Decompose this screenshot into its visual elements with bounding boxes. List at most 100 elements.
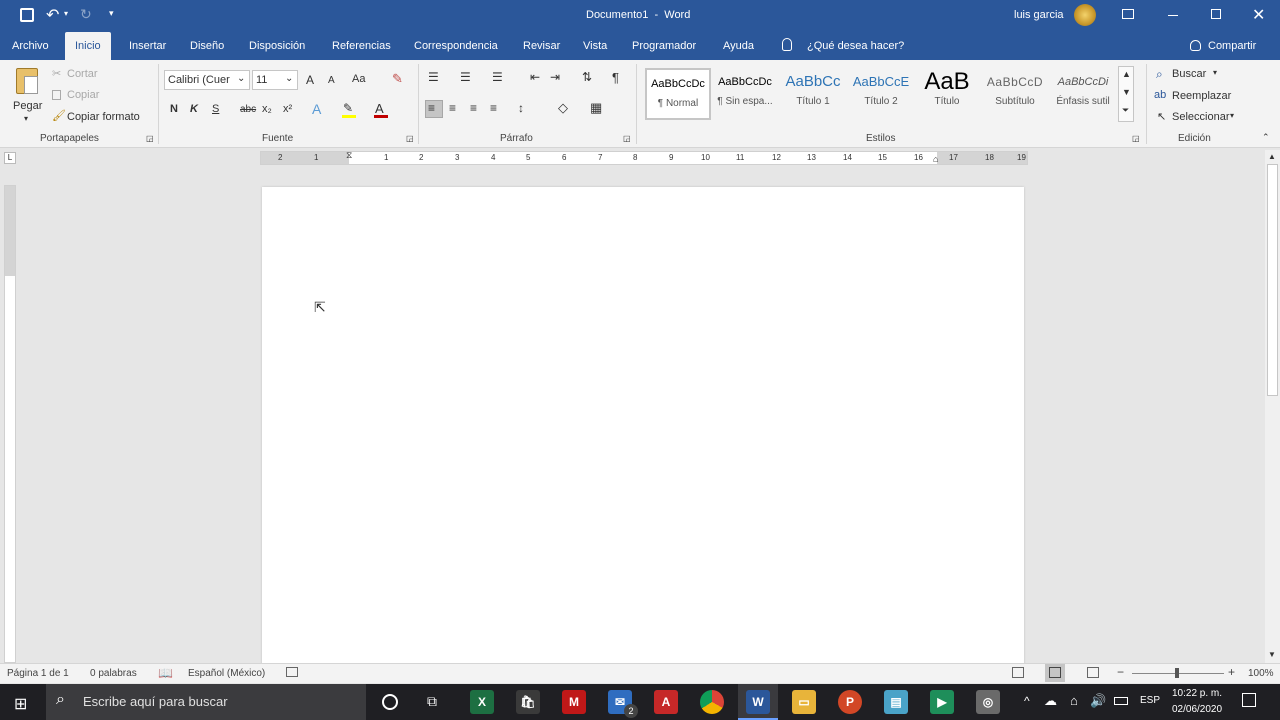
style-subtitle[interactable]: AaBbCcD Subtítulo [982, 68, 1048, 120]
font-launcher-icon[interactable]: ◲ [406, 134, 414, 143]
bold-button[interactable]: N [170, 103, 178, 115]
tab-insertar[interactable]: Insertar [129, 32, 166, 60]
share-icon[interactable] [1190, 40, 1201, 51]
sort-icon[interactable]: ⇅ [582, 70, 592, 84]
styles-launcher-icon[interactable]: ◲ [1132, 134, 1140, 143]
app-network-icon[interactable]: ◎ [976, 690, 1000, 714]
replace-button[interactable]: Reemplazar [1172, 90, 1231, 102]
zoom-slider-thumb[interactable] [1175, 668, 1179, 678]
tab-programador[interactable]: Programador [632, 32, 696, 60]
horizontal-ruler[interactable]: 2 1 1 2 3 4 5 6 7 8 9 10 11 12 13 14 15 … [260, 150, 1028, 165]
style-no-spacing[interactable]: AaBbCcDc ¶ Sin espa... [712, 68, 778, 120]
chevron-down-icon[interactable]: ▾ [1213, 68, 1217, 77]
windows-start-icon[interactable]: ⊞ [14, 694, 27, 714]
redo-icon[interactable]: ↻ [80, 6, 92, 23]
find-button[interactable]: Buscar [1172, 68, 1206, 80]
clock-date[interactable]: 02/06/2020 [1172, 704, 1222, 715]
clear-formatting-icon[interactable]: ✎ [392, 71, 403, 87]
bullets-icon[interactable]: ☰ [428, 70, 439, 84]
format-painter-button[interactable]: Copiar formato [67, 111, 140, 123]
justify-icon[interactable]: ≡ [490, 101, 497, 115]
align-center-icon[interactable]: ≡ [449, 101, 456, 115]
search-icon[interactable]: ⌕ [1156, 67, 1163, 82]
share-button[interactable]: Compartir [1208, 32, 1256, 60]
notes-icon[interactable]: ▤ [884, 690, 908, 714]
copy-icon[interactable] [52, 90, 61, 100]
maximize-icon[interactable] [1211, 9, 1221, 19]
increase-indent-icon[interactable]: ⇥ [550, 70, 560, 84]
style-normal[interactable]: AaBbCcDc ¶ Normal [645, 68, 711, 120]
proofing-icon[interactable]: 📖 [158, 666, 173, 680]
font-size-select[interactable]: 11 ⌄ [252, 70, 298, 90]
acrobat-icon[interactable]: A [654, 690, 678, 714]
word-icon[interactable]: W [746, 690, 770, 714]
scrollbar-thumb[interactable] [1267, 164, 1278, 396]
input-language[interactable]: ESP [1140, 695, 1160, 706]
indent-marker-icon[interactable]: ⧖ [346, 150, 352, 161]
font-name-select[interactable]: Calibri (Cuer ⌄ [164, 70, 250, 90]
format-painter-icon[interactable]: 🖌 [52, 109, 66, 122]
volume-icon[interactable]: 🔊 [1090, 693, 1106, 709]
tab-revisar[interactable]: Revisar [523, 32, 560, 60]
store-icon[interactable]: 🛍 [516, 690, 540, 714]
mcafee-icon[interactable]: M [562, 690, 586, 714]
customize-qat-icon[interactable]: ▾ [109, 8, 114, 19]
select-icon[interactable]: ↖ [1157, 110, 1166, 123]
tab-correspondencia[interactable]: Correspondencia [414, 32, 498, 60]
file-explorer-icon[interactable]: ▭ [792, 690, 816, 714]
vertical-ruler[interactable] [4, 185, 16, 663]
tab-disposicion[interactable]: Disposición [249, 32, 305, 60]
network-icon[interactable]: ⌂ [1070, 693, 1078, 708]
notifications-icon[interactable] [1242, 693, 1256, 707]
select-button[interactable]: Seleccionar [1172, 111, 1229, 123]
shading-icon[interactable]: ◇ [558, 100, 568, 116]
zoom-in-icon[interactable]: + [1228, 665, 1235, 679]
multilevel-list-icon[interactable]: ☰ [492, 70, 503, 84]
more-styles-icon[interactable]: ⏷ [1122, 105, 1129, 116]
collapse-ribbon-icon[interactable]: ⌃ [1262, 132, 1270, 143]
tab-referencias[interactable]: Referencias [332, 32, 391, 60]
chevron-up-icon[interactable]: ▲ [1122, 69, 1131, 79]
language-status[interactable]: Español (México) [188, 668, 265, 679]
grow-font-button[interactable]: A [306, 73, 314, 87]
tab-selector-icon[interactable]: L [4, 152, 16, 164]
paragraph-launcher-icon[interactable]: ◲ [623, 134, 631, 143]
chevron-up-icon[interactable]: ^ [1024, 694, 1030, 708]
tab-diseno[interactable]: Diseño [190, 32, 224, 60]
vertical-scrollbar[interactable]: ▲ ▼ [1265, 150, 1280, 663]
cut-button[interactable]: Cortar [67, 68, 98, 80]
tab-ayuda[interactable]: Ayuda [723, 32, 754, 60]
zoom-out-icon[interactable]: − [1117, 665, 1124, 679]
undo-dropdown-icon[interactable]: ▾ [64, 9, 68, 18]
text-highlight-icon[interactable]: ✎ [343, 101, 353, 115]
save-icon[interactable] [20, 8, 34, 22]
style-heading-1[interactable]: AaBbCc Título 1 [780, 68, 846, 120]
chrome-icon[interactable] [700, 690, 724, 714]
macro-record-icon[interactable] [286, 667, 298, 677]
read-mode-icon[interactable] [1012, 667, 1024, 678]
style-heading-2[interactable]: AaBbCcE Título 2 [848, 68, 914, 120]
excel-icon[interactable]: X [470, 690, 494, 714]
zoom-level[interactable]: 100% [1248, 668, 1274, 679]
style-title[interactable]: AaB Título [914, 68, 980, 120]
text-effects-icon[interactable]: A [312, 101, 321, 117]
taskbar-search-box[interactable]: ⌕ Escribe aquí para buscar [46, 684, 366, 720]
style-subtle-emphasis[interactable]: AaBbCcDi Énfasis sutil [1050, 68, 1116, 120]
clipboard-launcher-icon[interactable]: ◲ [146, 134, 154, 143]
avatar[interactable] [1074, 4, 1096, 26]
app-green-icon[interactable]: ▶ [930, 690, 954, 714]
chevron-up-icon[interactable]: ▲ [1268, 152, 1276, 161]
cortana-icon[interactable] [382, 694, 398, 710]
chevron-down-icon[interactable]: ▼ [1268, 650, 1276, 659]
battery-icon[interactable] [1114, 697, 1128, 705]
change-case-button[interactable]: Aa [352, 73, 365, 85]
cut-icon[interactable]: ✂ [52, 67, 61, 80]
chevron-down-icon[interactable]: ▼ [1122, 87, 1131, 97]
page-count[interactable]: Página 1 de 1 [7, 668, 69, 679]
replace-icon[interactable]: ab [1154, 89, 1166, 101]
line-spacing-icon[interactable]: ↕ [518, 101, 524, 115]
cloud-icon[interactable]: ☁ [1044, 693, 1057, 709]
clock-time[interactable]: 10:22 p. m. [1172, 688, 1222, 699]
undo-icon[interactable]: ↶ [46, 5, 59, 25]
chevron-down-icon[interactable]: ▾ [1230, 111, 1234, 120]
